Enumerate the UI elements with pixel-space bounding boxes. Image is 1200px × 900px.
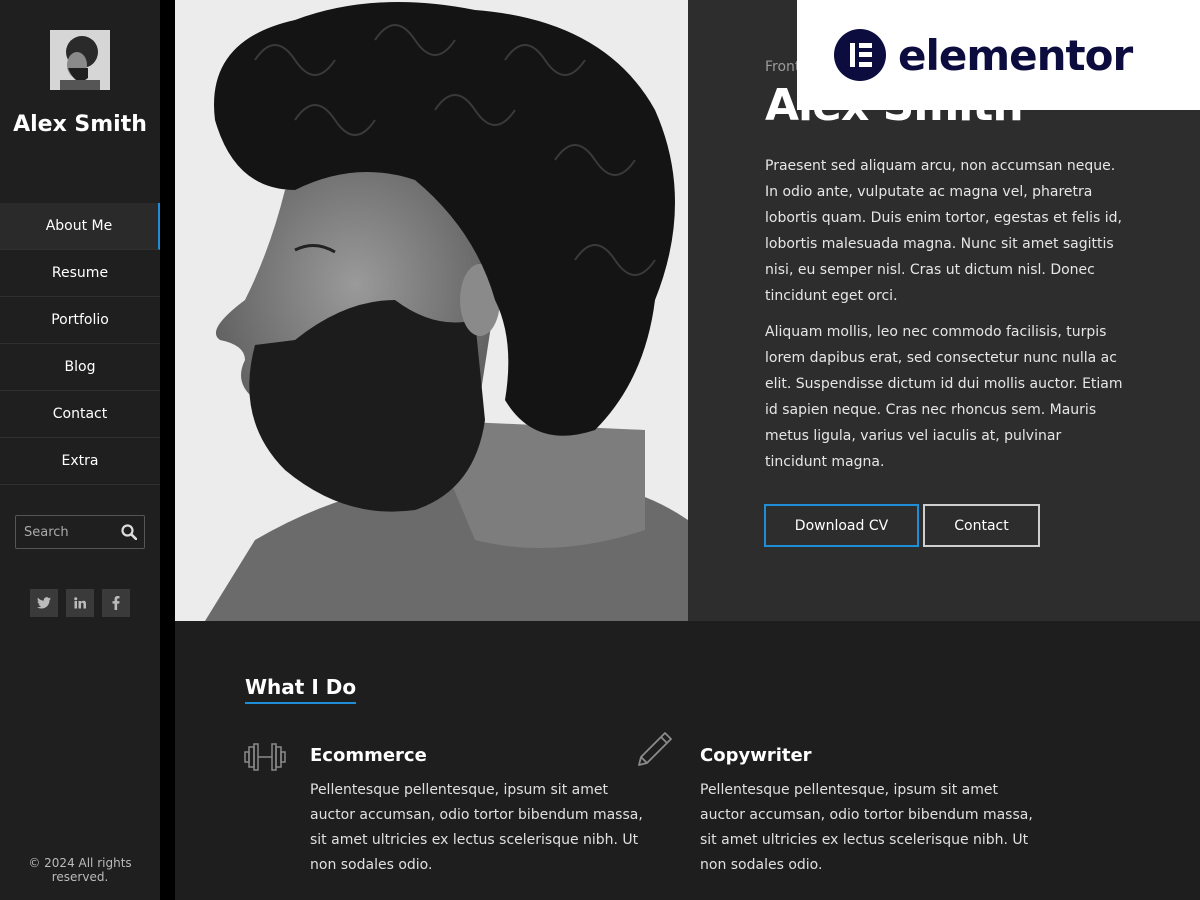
service-title-ecommerce: Ecommerce (310, 745, 427, 766)
contact-button[interactable]: Contact (923, 504, 1040, 547)
nav-item-blog[interactable]: Blog (0, 344, 160, 391)
nav-item-about-me[interactable]: About Me (0, 203, 160, 250)
facebook-icon[interactable] (102, 589, 130, 617)
dumbbell-icon (244, 743, 286, 771)
nav-item-resume[interactable]: Resume (0, 250, 160, 297)
elementor-wordmark: elementor (898, 30, 1133, 80)
services-section: What I Do Ecommerce Pellentesque pellent… (175, 621, 1200, 900)
nav-item-extra[interactable]: Extra (0, 438, 160, 485)
twitter-icon[interactable] (30, 589, 58, 617)
sidebar: Alex Smith About Me Resume Portfolio Blo… (0, 0, 160, 900)
elementor-badge: elementor (797, 0, 1200, 110)
profile-photo (175, 0, 688, 621)
sidebar-divider (160, 0, 175, 900)
elementor-logo-icon (834, 29, 886, 81)
service-title-copywriter: Copywriter (700, 745, 812, 766)
nav-item-portfolio[interactable]: Portfolio (0, 297, 160, 344)
search-icon[interactable] (121, 524, 137, 540)
about-paragraph-2: Aliquam mollis, leo nec commodo facilisi… (765, 324, 1123, 470)
about-paragraph-1: Praesent sed aliquam arcu, non accumsan … (765, 158, 1122, 304)
nav-item-contact[interactable]: Contact (0, 391, 160, 438)
copyright-text: © 2024 All rights reserved. (28, 856, 132, 884)
avatar[interactable] (50, 30, 110, 90)
pencil-icon (638, 732, 672, 766)
hero-subtitle: Front (765, 59, 801, 75)
search-input[interactable] (16, 516, 116, 548)
service-text: Pellentesque pellentesque, ipsum sit ame… (310, 782, 643, 873)
search-box (15, 515, 145, 549)
site-name[interactable]: Alex Smith (0, 110, 160, 139)
linkedin-icon[interactable] (66, 589, 94, 617)
services-title: What I Do (245, 675, 357, 704)
social-links (30, 589, 130, 617)
main-nav: About Me Resume Portfolio Blog Contact E… (0, 203, 160, 485)
service-text: Pellentesque pellentesque, ipsum sit ame… (700, 782, 1033, 873)
download-cv-button[interactable]: Download CV (764, 504, 919, 547)
